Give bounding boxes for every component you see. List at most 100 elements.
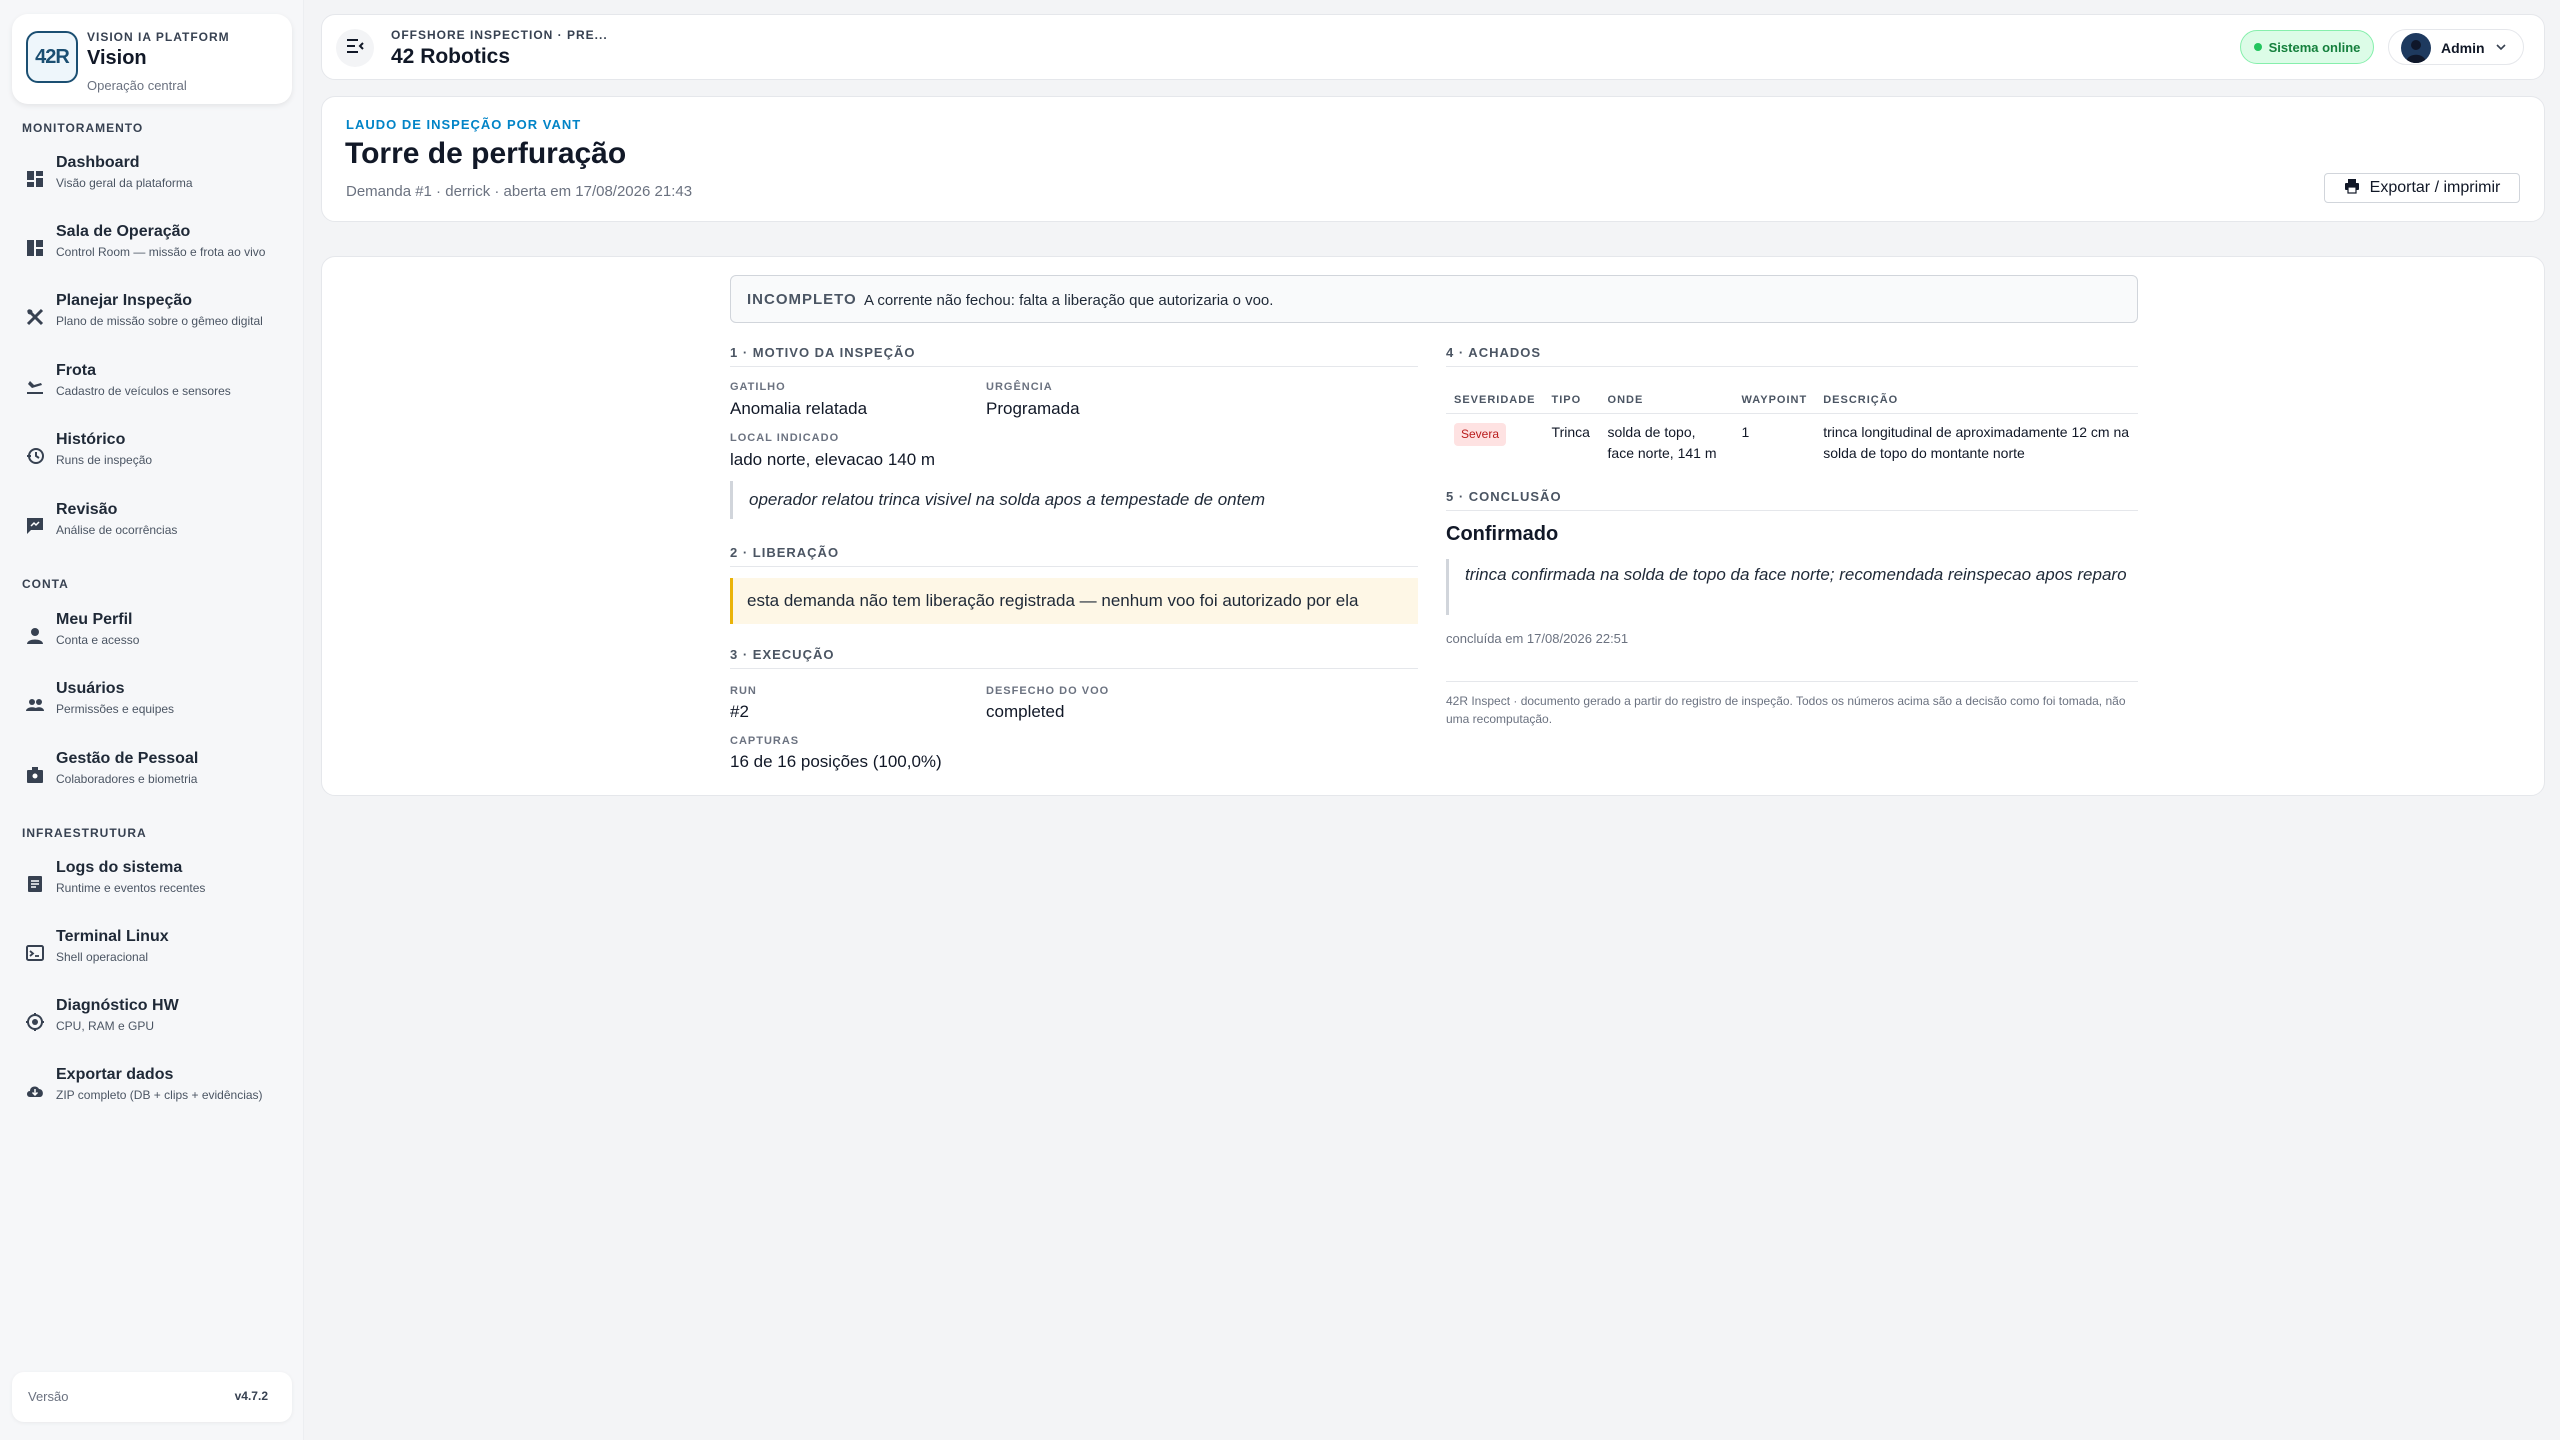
user-menu-button[interactable]: Admin [2388, 29, 2524, 65]
conclusion-date: concluída em 17/08/2026 22:51 [1446, 631, 1629, 646]
version-value: v4.7.2 [234, 1389, 268, 1403]
sidebar-item-logs-do-sistema[interactable]: Logs do sistema Runtime e eventos recent… [12, 855, 294, 911]
col-onde: ONDE [1599, 385, 1734, 414]
report-title: Torre de perfuração [345, 137, 627, 170]
sidebar-item-desc: Colaboradores e biometria [56, 772, 198, 786]
sidebar-item-frota[interactable]: Frota Cadastro de veículos e sensores [12, 358, 294, 414]
col-descricao: DESCRIÇÃO [1815, 385, 2138, 414]
group-icon [24, 694, 46, 716]
hardware-icon [24, 1011, 46, 1033]
liberacao-warning: esta demanda não tem liberação registrad… [730, 578, 1418, 624]
plane-icon [24, 376, 46, 398]
brand-eyebrow: VISION IA PLATFORM [87, 30, 230, 44]
badge-icon [24, 764, 46, 786]
user-name: Admin [2441, 40, 2485, 56]
version-label: Versão [28, 1389, 69, 1404]
col-tipo: TIPO [1543, 385, 1600, 414]
sidebar-item-desc: Runs de inspeção [56, 453, 153, 467]
desfecho-label: DESFECHO DO VOO [986, 685, 1110, 697]
footer-note: 42R Inspect · documento gerado a partir … [1446, 681, 2138, 728]
sidebar-item-desc: CPU, RAM e GPU [56, 1019, 155, 1033]
alert-tag: INCOMPLETO [747, 291, 857, 308]
sidebar-item-usuarios[interactable]: Usuários Permissões e equipes [12, 676, 294, 732]
urgencia-value: Programada [986, 399, 1080, 418]
sidebar-item-label: Gestão de Pessoal [56, 750, 199, 767]
sidebar-item-meu-perfil[interactable]: Meu Perfil Conta e acesso [12, 607, 294, 663]
incomplete-alert: INCOMPLETO A corrente não fechou: falta … [730, 275, 2138, 323]
cell-tipo: Trinca [1551, 424, 1590, 440]
sidebar-item-desc: Permissões e equipes [56, 702, 175, 716]
motivo-quote: operador relatou trinca visivel na solda… [730, 481, 1418, 519]
table-header-row: SEVERIDADE TIPO ONDE WAYPOINT DESCRIÇÃO [1446, 385, 2138, 414]
history-icon [24, 445, 46, 467]
export-print-button[interactable]: Exportar / imprimir [2324, 173, 2520, 203]
run-value: #2 [730, 702, 749, 721]
terminal-icon [24, 942, 46, 964]
table-row: Severa Trinca solda de topo, face norte,… [1446, 414, 2138, 473]
sidebar-item-desc: Plano de missão sobre o gêmeo digital [56, 314, 263, 328]
cloud-download-icon [24, 1080, 46, 1102]
sidebar-item-label: Frota [56, 362, 96, 379]
sidebar-item-dashboard[interactable]: Dashboard Visão geral da plataforma [12, 150, 294, 206]
sidebar-item-label: Meu Perfil [56, 611, 133, 628]
sidebar-item-desc: Análise de ocorrências [56, 523, 178, 537]
gatilho-value: Anomalia relatada [730, 399, 868, 418]
sidebar-item-desc: Runtime e eventos recentes [56, 881, 206, 895]
review-icon [24, 515, 46, 537]
nav-section-infraestrutura: INFRAESTRUTURA [22, 826, 147, 840]
status-badge: Sistema online [2240, 30, 2374, 64]
breadcrumb: OFFSHORE INSPECTION · PRE... [391, 28, 608, 42]
gatilho-label: GATILHO [730, 381, 786, 393]
export-label: Exportar / imprimir [2369, 179, 2501, 196]
report-eyebrow: LAUDO DE INSPEÇÃO POR VANT [346, 117, 582, 132]
sidebar-item-desc: Conta e acesso [56, 633, 140, 647]
sidebar-item-label: Histórico [56, 431, 126, 448]
capturas-value: 16 de 16 posições (100,0%) [730, 752, 942, 771]
sidebar-item-exportar-dados[interactable]: Exportar dados ZIP completo (DB + clips … [12, 1062, 294, 1118]
menu-collapse-icon [346, 38, 364, 58]
brand-title: Vision [87, 47, 147, 69]
menu-toggle-button[interactable] [336, 29, 374, 67]
brand-subtitle: Operação central [87, 78, 187, 93]
col-waypoint: WAYPOINT [1733, 385, 1816, 414]
sidebar-item-desc: Control Room — missão e frota ao vivo [56, 245, 266, 259]
sidebar-item-desc: Visão geral da plataforma [56, 176, 193, 190]
sidebar-item-historico[interactable]: Histórico Runs de inspeção [12, 427, 294, 483]
brand-card[interactable]: 42R VISION IA PLATFORM Vision Operação c… [12, 14, 292, 104]
sidebar-item-label: Planejar Inspeção [56, 292, 193, 309]
sidebar-item-label: Usuários [56, 680, 125, 697]
report-meta: Demanda #1 · derrick · aberta em 17/08/2… [346, 183, 693, 200]
control-room-icon [24, 237, 46, 259]
sidebar-item-label: Exportar dados [56, 1066, 174, 1083]
desfecho-value: completed [986, 702, 1065, 721]
sidebar-item-revisao[interactable]: Revisão Análise de ocorrências [12, 497, 294, 553]
sidebar-item-desc: ZIP completo (DB + clips + evidências) [56, 1088, 263, 1102]
sidebar: 42R VISION IA PLATFORM Vision Operação c… [0, 0, 304, 1440]
section-conclusao-title: 5 · CONCLUSÃO [1446, 489, 2138, 511]
cell-onde: solda de topo, face norte, 141 m [1607, 424, 1717, 461]
run-label: RUN [730, 685, 757, 697]
sidebar-item-label: Diagnóstico HW [56, 997, 179, 1014]
alert-text: A corrente não fechou: falta a liberação… [864, 292, 1274, 309]
urgencia-label: URGÊNCIA [986, 381, 1053, 393]
sidebar-item-planejar-inspecao[interactable]: Planejar Inspeção Plano de missão sobre … [12, 288, 294, 344]
status-text: Sistema online [2268, 39, 2361, 55]
topbar: OFFSHORE INSPECTION · PRE... 42 Robotics… [321, 14, 2545, 80]
report-header: LAUDO DE INSPEÇÃO POR VANT Torre de perf… [321, 96, 2545, 222]
cell-waypoint: 1 [1741, 424, 1750, 440]
chevron-down-icon [2495, 40, 2507, 58]
col-severidade: SEVERIDADE [1446, 385, 1544, 414]
sidebar-item-gestao-de-pessoal[interactable]: Gestão de Pessoal Colaboradores e biomet… [12, 746, 294, 802]
person-icon [24, 625, 46, 647]
brand-logo: 42R [26, 31, 78, 83]
page-title: 42 Robotics [391, 45, 511, 68]
sidebar-item-label: Logs do sistema [56, 859, 183, 876]
sidebar-item-label: Sala de Operação [56, 223, 191, 240]
status-dot-icon [2253, 43, 2262, 51]
sidebar-item-desc: Shell operacional [56, 950, 149, 964]
sidebar-item-diagnostico-hw[interactable]: Diagnóstico HW CPU, RAM e GPU [12, 993, 294, 1049]
conclusion-quote: trinca confirmada na solda de topo da fa… [1446, 559, 2138, 615]
local-label: LOCAL INDICADO [730, 432, 840, 444]
sidebar-item-terminal-linux[interactable]: Terminal Linux Shell operacional [12, 924, 294, 980]
sidebar-item-sala-de-operacao[interactable]: Sala de Operação Control Room — missão e… [12, 219, 294, 275]
